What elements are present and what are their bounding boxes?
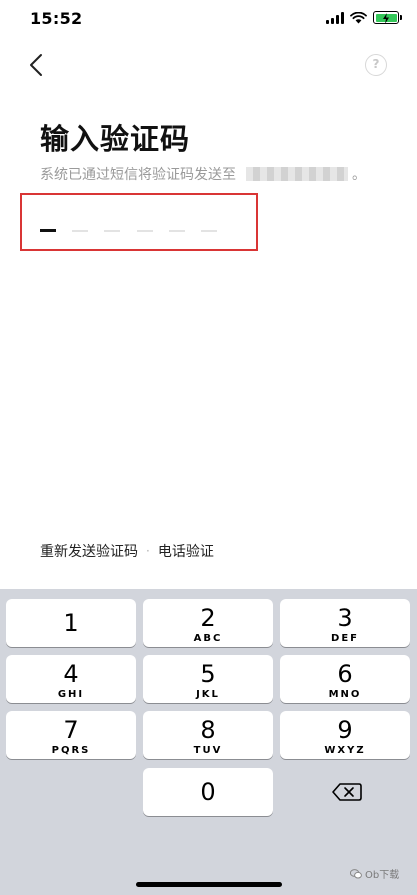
status-bar: 15:52 <box>0 0 417 40</box>
key-6[interactable]: 6 MNO <box>280 655 410 703</box>
subtitle-text: 系统已通过短信将验证码发送至 <box>40 167 236 183</box>
watermark: Ob下载 <box>350 866 399 881</box>
resend-code-link[interactable]: 重新发送验证码 <box>40 541 138 561</box>
subtitle-suffix: 。 <box>352 167 366 183</box>
code-digit[interactable] <box>72 230 88 232</box>
highlight-box <box>20 193 258 251</box>
battery-icon <box>373 11 402 24</box>
key-8[interactable]: 8 TUV <box>143 711 273 759</box>
status-time: 15:52 <box>30 9 83 28</box>
watermark-text: Ob下载 <box>365 870 400 881</box>
wechat-icon <box>350 868 362 878</box>
phone-verify-link[interactable]: 电话验证 <box>158 541 214 561</box>
masked-phone-number <box>246 167 348 181</box>
key-5[interactable]: 5 JKL <box>143 655 273 703</box>
wifi-icon <box>350 11 367 23</box>
status-icons <box>326 11 402 24</box>
code-digit[interactable] <box>137 230 153 232</box>
key-0[interactable]: 0 <box>143 768 273 816</box>
code-digit[interactable] <box>169 230 185 232</box>
key-1[interactable]: 1 <box>6 599 136 647</box>
code-digit[interactable] <box>201 230 217 232</box>
key-4[interactable]: 4 GHI <box>6 655 136 703</box>
code-digit[interactable] <box>104 230 120 232</box>
key-2[interactable]: 2 ABC <box>143 599 273 647</box>
chevron-left-icon <box>30 54 42 76</box>
cellular-signal-icon <box>326 11 344 24</box>
key-3[interactable]: 3 DEF <box>280 599 410 647</box>
backspace-icon <box>332 783 362 801</box>
key-7[interactable]: 7 PQRS <box>6 711 136 759</box>
delete-button[interactable] <box>283 768 413 816</box>
home-indicator[interactable] <box>136 882 282 887</box>
key-9[interactable]: 9 WXYZ <box>280 711 410 759</box>
numeric-keypad: 1 2 ABC 3 DEF 4 GHI 5 JKL 6 MNO 7 PQRS 8… <box>0 589 417 895</box>
separator-dot: · <box>146 544 150 558</box>
back-button[interactable] <box>24 50 52 80</box>
subtitle: 系统已通过短信将验证码发送至 。 <box>40 164 366 184</box>
help-button[interactable]: ? <box>365 54 387 76</box>
page-title: 输入验证码 <box>40 122 191 156</box>
help-icon: ? <box>372 57 380 71</box>
verify-options: 重新发送验证码 · 电话验证 <box>40 541 214 561</box>
code-digit[interactable] <box>40 229 56 232</box>
